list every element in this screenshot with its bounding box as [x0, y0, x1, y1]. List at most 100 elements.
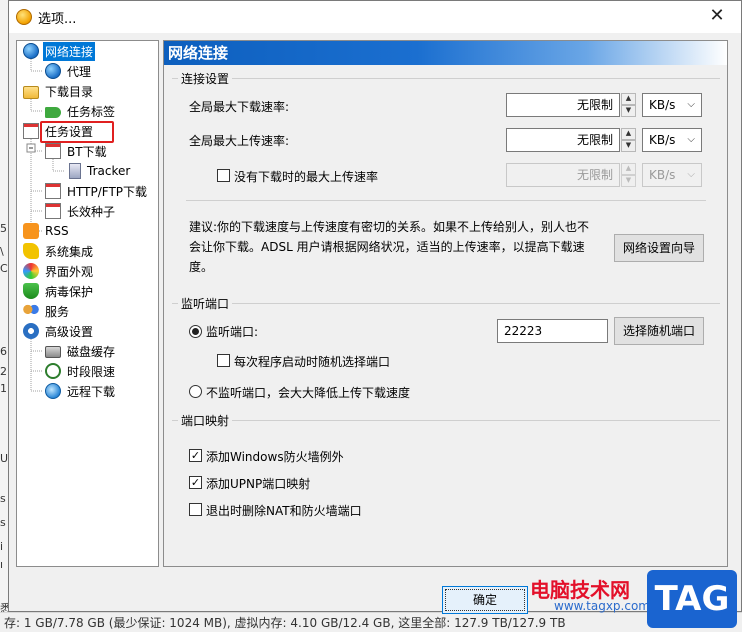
- note-icon: [45, 203, 61, 219]
- tree-item-label: 下载目录: [45, 84, 94, 99]
- tree-item-http-ftp[interactable]: HTTP/FTP下载: [45, 181, 149, 201]
- spin-up-icon[interactable]: ▲: [621, 128, 636, 140]
- tree-item-proxy[interactable]: 代理: [45, 61, 93, 81]
- max-download-label: 全局最大下载速率:: [189, 100, 290, 114]
- note-icon: [45, 183, 61, 199]
- max-download-unit-select[interactable]: KB/s ⌵: [642, 93, 702, 117]
- gear-icon: [23, 323, 39, 339]
- tree-item-advanced[interactable]: 高级设置: [23, 321, 95, 341]
- idle-upload-unit-select[interactable]: KB/s ⌵: [642, 163, 702, 187]
- tree-item-services[interactable]: 服务: [23, 301, 71, 321]
- idle-upload-checkbox[interactable]: [217, 169, 230, 182]
- listen-port-group: 监听端口: [172, 295, 720, 312]
- tag-icon: [45, 107, 61, 118]
- max-upload-unit-select[interactable]: KB/s ⌵: [642, 128, 702, 152]
- note-icon: [23, 123, 39, 139]
- tree-item-label: 代理: [67, 64, 92, 79]
- tree-item-label: 系统集成: [45, 244, 94, 259]
- port-input[interactable]: 22223: [497, 319, 608, 343]
- max-upload-input[interactable]: 无限制: [506, 128, 620, 152]
- palette-icon: [23, 263, 39, 279]
- idle-upload-spinner[interactable]: ▲ ▼: [621, 163, 636, 187]
- group-title: 连接设置: [178, 70, 233, 87]
- listen-port-label: 监听端口:: [206, 325, 259, 339]
- max-upload-spinner[interactable]: ▲ ▼: [621, 128, 636, 152]
- spin-down-icon[interactable]: ▼: [621, 140, 636, 152]
- cleanup-on-exit-label: 退出时删除NAT和防火墙端口: [206, 504, 362, 518]
- tree-item-label: 时段限速: [67, 364, 116, 379]
- max-download-input[interactable]: 无限制: [506, 93, 620, 117]
- tree-item-bt-download[interactable]: BT下载: [45, 141, 109, 161]
- tree-item-label: BT下载: [67, 144, 107, 159]
- cleanup-on-exit-checkbox[interactable]: [189, 503, 202, 516]
- tree-item-label: 高级设置: [45, 324, 94, 339]
- firewall-exception-label: 添加Windows防火墙例外: [206, 450, 344, 464]
- tree-item-scheduled-limit[interactable]: 时段限速: [45, 361, 117, 381]
- tree-item-label: 磁盘缓存: [67, 344, 116, 359]
- puzzle-icon: [23, 243, 39, 259]
- app-logo-icon: [16, 9, 32, 25]
- tree-item-remote-download[interactable]: 远程下载: [45, 381, 117, 401]
- tree-item-network[interactable]: 网络连接: [23, 41, 96, 61]
- highlight-box: [40, 121, 114, 143]
- server-icon: [69, 163, 81, 179]
- max-upload-label: 全局最大上传速率:: [189, 134, 290, 148]
- tree-item-long-seed[interactable]: 长效种子: [45, 201, 117, 221]
- tree-item-system-integration[interactable]: 系统集成: [23, 241, 95, 261]
- upnp-mapping-checkbox[interactable]: ✓: [189, 476, 202, 489]
- tree-item-label: Tracker: [87, 164, 131, 178]
- random-each-start-checkbox[interactable]: [217, 354, 230, 367]
- tree-item-task-tags[interactable]: 任务标签: [45, 101, 117, 121]
- tree-item-label: 长效种子: [67, 204, 116, 219]
- remote-icon: [45, 383, 61, 399]
- spin-up-icon[interactable]: ▲: [621, 163, 636, 175]
- tree-item-virus-protection[interactable]: 病毒保护: [23, 281, 95, 301]
- tree-item-label: 服务: [45, 304, 70, 319]
- random-each-start-label: 每次程序启动时随机选择端口: [234, 355, 391, 369]
- idle-upload-input[interactable]: 无限制: [506, 163, 620, 187]
- watermark-url: www.tagxp.com: [554, 599, 650, 613]
- tree-item-download-dir[interactable]: 下载目录: [23, 81, 95, 101]
- tree-item-label: 远程下载: [67, 384, 116, 399]
- chevron-down-icon: ⌵: [687, 134, 695, 145]
- watermark-badge: TAG: [647, 570, 737, 628]
- max-download-spinner[interactable]: ▲ ▼: [621, 93, 636, 117]
- network-wizard-button[interactable]: 网络设置向导: [614, 234, 704, 262]
- background-status-bar: 存: 1 GB/7.78 GB (最少保证: 1024 MB), 虚拟内存: 4…: [0, 612, 742, 632]
- tree-item-disk-cache[interactable]: 磁盘缓存: [45, 341, 117, 361]
- note-icon: [45, 143, 61, 159]
- settings-tree[interactable]: 网络连接 代理 下载目录 任务标签 任务设置 BT下载 Tracker HTTP…: [16, 40, 159, 567]
- bandwidth-hint: 建议:你的下载速度与上传速度有密切的关系。如果不上传给别人，别人也不会让你下载。…: [189, 220, 590, 274]
- spin-down-icon[interactable]: ▼: [621, 105, 636, 117]
- port-mapping-group: 端口映射: [172, 412, 720, 429]
- tree-item-appearance[interactable]: 界面外观: [23, 261, 95, 281]
- chevron-down-icon: ⌵: [687, 99, 695, 110]
- people-icon: [23, 303, 39, 319]
- unit-value: KB/s: [649, 133, 676, 147]
- tree-item-rss[interactable]: RSS: [23, 221, 71, 241]
- random-port-button[interactable]: 选择随机端口: [614, 317, 704, 345]
- close-button[interactable]: ✕: [707, 6, 727, 26]
- shield-icon: [23, 283, 39, 299]
- no-listen-radio[interactable]: [189, 385, 202, 398]
- globe-icon: [45, 63, 61, 79]
- spin-down-icon[interactable]: ▼: [621, 175, 636, 187]
- group-title: 监听端口: [178, 295, 233, 312]
- upnp-mapping-label: 添加UPNP端口映射: [206, 477, 311, 491]
- unit-value: KB/s: [649, 168, 676, 182]
- tree-item-label: 任务标签: [67, 104, 116, 119]
- folder-icon: [23, 85, 39, 99]
- title-bar[interactable]: 选项... ✕: [9, 1, 741, 33]
- connection-group: 连接设置: [172, 70, 720, 87]
- connection-divider: [186, 200, 706, 201]
- listen-port-radio[interactable]: [189, 325, 202, 338]
- firewall-exception-checkbox[interactable]: ✓: [189, 449, 202, 462]
- spin-up-icon[interactable]: ▲: [621, 93, 636, 105]
- ok-button[interactable]: 确定: [442, 586, 528, 614]
- group-title: 端口映射: [178, 412, 233, 429]
- unit-value: KB/s: [649, 98, 676, 112]
- disk-icon: [45, 346, 61, 358]
- panel-title: 网络连接: [164, 41, 727, 65]
- tree-item-tracker[interactable]: Tracker: [67, 161, 132, 181]
- tree-item-label: HTTP/FTP下载: [67, 184, 148, 199]
